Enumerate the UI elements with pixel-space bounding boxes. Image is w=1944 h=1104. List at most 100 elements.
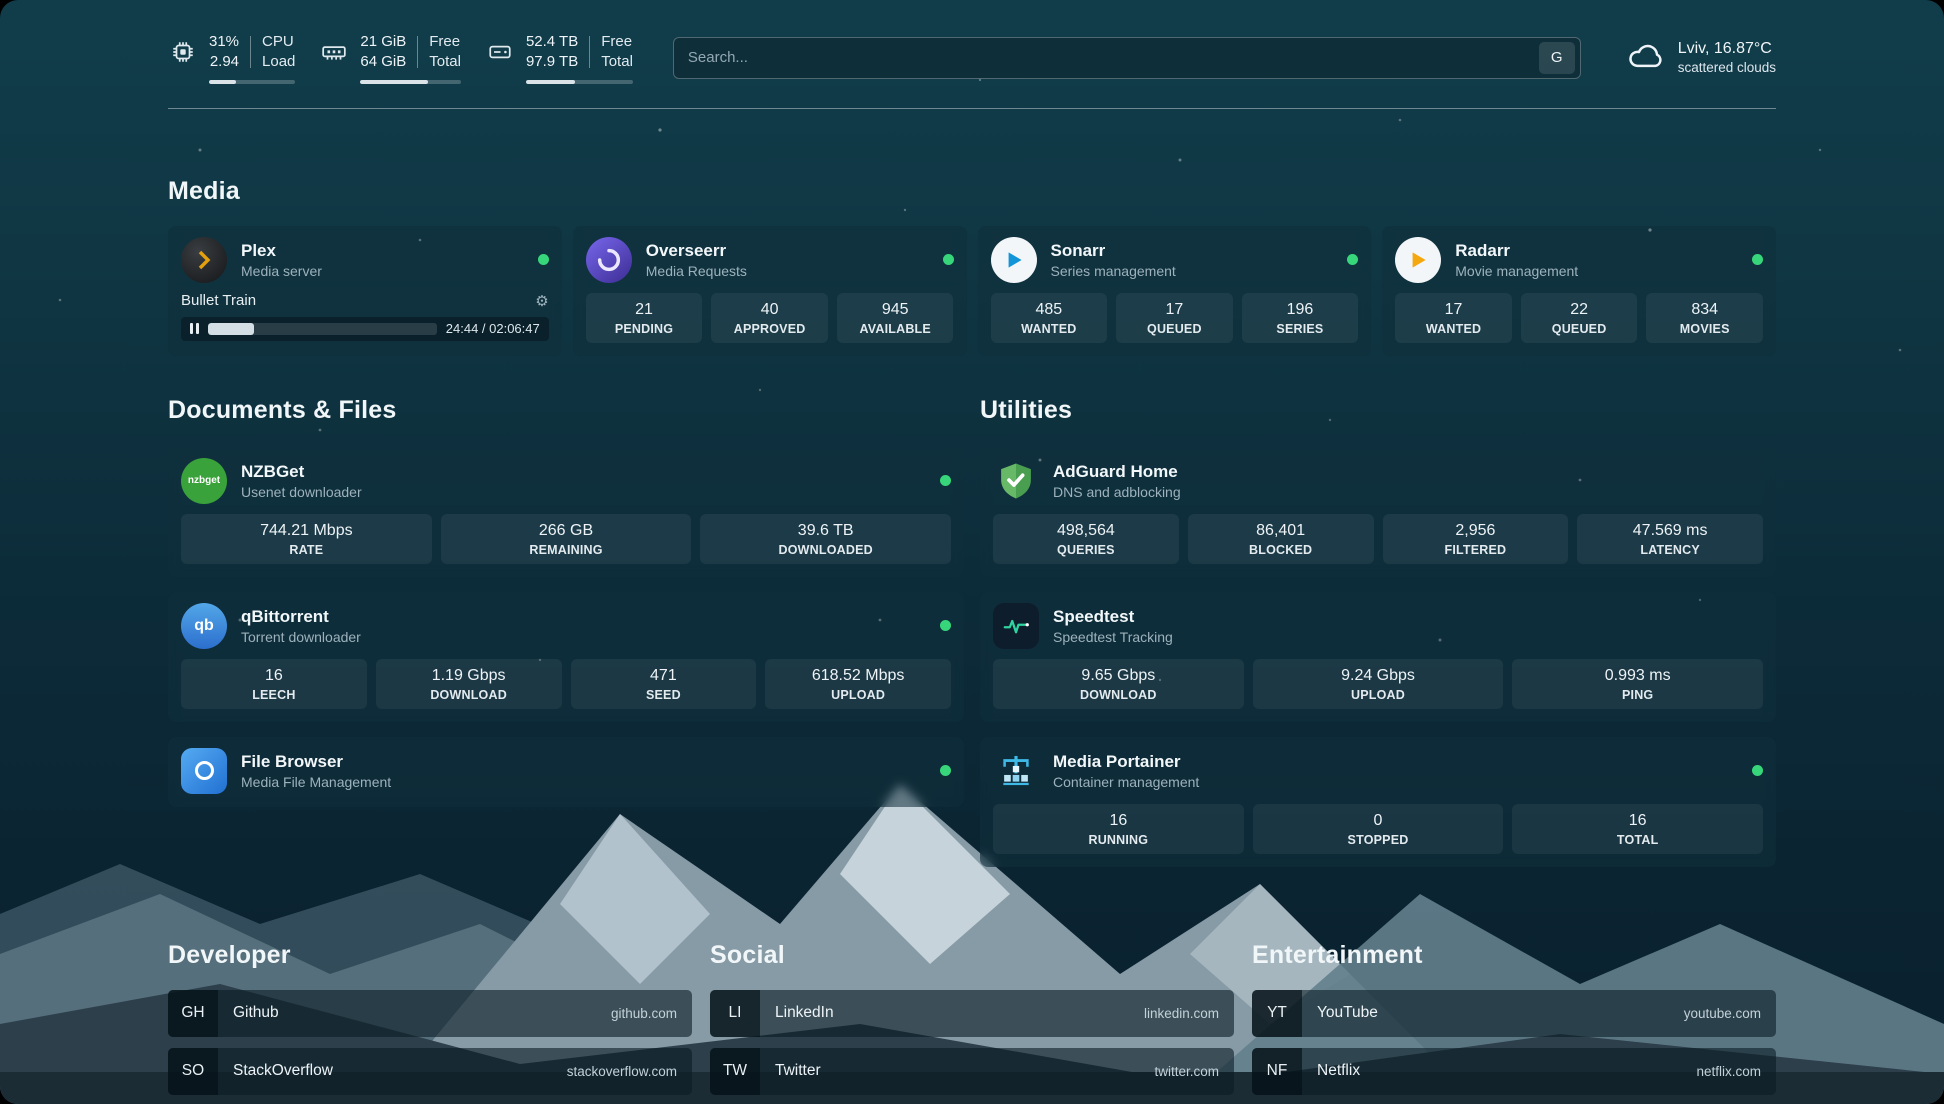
stat-available: 945 AVAILABLE	[837, 293, 954, 343]
sonarr-titles: Sonarr Series management	[1051, 241, 1176, 279]
search-bar[interactable]: G	[673, 37, 1581, 79]
qbittorrent-icon: qb	[181, 603, 227, 649]
speedtest-icon	[993, 603, 1039, 649]
bookmark-github[interactable]: GH Github github.com	[168, 990, 692, 1037]
bookmark-netflix[interactable]: NF Netflix netflix.com	[1252, 1048, 1776, 1095]
weather-condition: scattered clouds	[1678, 60, 1776, 75]
section-title-social: Social	[710, 941, 1234, 970]
stat-value: 21	[590, 301, 699, 319]
portainer-card[interactable]: Media Portainer Container management 16 …	[980, 737, 1776, 867]
bookmark-stackoverflow[interactable]: SO StackOverflow stackoverflow.com	[168, 1048, 692, 1095]
nzbget-card[interactable]: nzbget NZBGet Usenet downloader 744.21 M…	[168, 447, 964, 577]
search-engine-button[interactable]: G	[1539, 42, 1575, 74]
status-dot	[1347, 254, 1358, 265]
stat-label: PING	[1516, 688, 1759, 702]
bookmark-abbr: LI	[710, 990, 760, 1037]
now-playing-row: Bullet Train ⚙	[181, 292, 549, 310]
radarr-stats: 17 WANTED 22 QUEUED 834 MOVIES	[1395, 293, 1763, 343]
speedtest-titles: Speedtest Speedtest Tracking	[1053, 607, 1173, 645]
search-input[interactable]	[688, 49, 1539, 66]
stat-queries: 498,564 QUERIES	[993, 514, 1179, 564]
section-title-media: Media	[168, 177, 1776, 206]
plex-card[interactable]: Plex Media server Bullet Train ⚙ 24:44 /…	[168, 226, 562, 356]
stat-value: 0	[1257, 812, 1500, 830]
qbittorrent-card[interactable]: qb qBittorrent Torrent downloader 16 LEE…	[168, 592, 964, 722]
divider-vertical	[589, 36, 590, 68]
weather-text: Lviv, 16.87°C scattered clouds	[1678, 40, 1776, 75]
adguard-card-header: AdGuard Home DNS and adblocking	[993, 458, 1763, 504]
stat-rate: 744.21 Mbps RATE	[181, 514, 432, 564]
bookmark-youtube[interactable]: YT YouTube youtube.com	[1252, 990, 1776, 1037]
disk-progress-fill	[526, 80, 575, 84]
divider-vertical	[250, 36, 251, 68]
adguard-stats: 498,564 QUERIES 86,401 BLOCKED 2,956 FIL…	[993, 514, 1763, 564]
sonarr-card[interactable]: Sonarr Series management 485 WANTED 17 Q…	[978, 226, 1372, 356]
playback-bar: 24:44 / 02:06:47	[181, 317, 549, 341]
settings-gear-icon[interactable]: ⚙	[535, 292, 548, 310]
radarr-icon	[1395, 237, 1441, 283]
radarr-card[interactable]: Radarr Movie management 17 WANTED 22 QUE…	[1382, 226, 1776, 356]
qbittorrent-titles: qBittorrent Torrent downloader	[241, 607, 361, 645]
stat-label: AVAILABLE	[841, 322, 950, 336]
stat-value: 16	[997, 812, 1240, 830]
weather-widget: Lviv, 16.87°C scattered clouds	[1625, 35, 1776, 80]
bookmark-url: stackoverflow.com	[567, 1064, 677, 1079]
stat-label: QUEUED	[1525, 322, 1634, 336]
bookmarks-developer: Developer GH Github github.com SO StackO…	[168, 941, 692, 1104]
portainer-card-header: Media Portainer Container management	[993, 748, 1763, 794]
ram-row: 21 GiB 64 GiB Free Total	[319, 32, 461, 73]
app-subtitle: Media File Management	[241, 774, 391, 790]
dashboard-screen: 31% 2.94 CPU Load	[0, 0, 1944, 1104]
speedtest-card[interactable]: Speedtest Speedtest Tracking 9.65 Gbps D…	[980, 592, 1776, 722]
section-title-developer: Developer	[168, 941, 692, 970]
overseerr-card[interactable]: Overseerr Media Requests 21 PENDING 40 A…	[573, 226, 967, 356]
stat-pending: 21 PENDING	[586, 293, 703, 343]
stat-queued: 22 QUEUED	[1521, 293, 1638, 343]
stat-label: TOTAL	[1516, 833, 1759, 847]
bookmark-linkedin[interactable]: LI LinkedIn linkedin.com	[710, 990, 1234, 1037]
playback-progress-fill	[208, 323, 254, 335]
nzbget-card-header: nzbget NZBGet Usenet downloader	[181, 458, 951, 504]
app-subtitle: Container management	[1053, 774, 1199, 790]
status-dot	[943, 254, 954, 265]
stat-label: LATENCY	[1581, 543, 1759, 557]
stat-label: SERIES	[1246, 322, 1355, 336]
stat-seed: 471 SEED	[571, 659, 757, 709]
ram-widget: 21 GiB 64 GiB Free Total	[319, 32, 461, 84]
filebrowser-card[interactable]: File Browser Media File Management	[168, 737, 964, 807]
stat-value: 9.24 Gbps	[1257, 667, 1500, 685]
disk-free-value: 52.4 TB	[526, 32, 578, 52]
playback-progress-track[interactable]	[208, 323, 437, 335]
adguard-card[interactable]: AdGuard Home DNS and adblocking 498,564 …	[980, 447, 1776, 577]
stat-download: 1.19 Gbps DOWNLOAD	[376, 659, 562, 709]
cpu-widget: 31% 2.94 CPU Load	[168, 32, 295, 84]
stat-downloaded: 39.6 TB DOWNLOADED	[700, 514, 951, 564]
stat-approved: 40 APPROVED	[711, 293, 828, 343]
main-container: 31% 2.94 CPU Load	[0, 0, 1944, 1104]
nzbget-icon: nzbget	[181, 458, 227, 504]
stat-value: 16	[1516, 812, 1759, 830]
radarr-titles: Radarr Movie management	[1455, 241, 1578, 279]
stat-blocked: 86,401 BLOCKED	[1188, 514, 1374, 564]
portainer-crane-icon	[993, 748, 1039, 794]
pause-icon[interactable]	[190, 323, 199, 334]
stat-value: 22	[1525, 301, 1634, 319]
bookmark-twitter[interactable]: TW Twitter twitter.com	[710, 1048, 1234, 1095]
weather-location-temp: Lviv, 16.87°C	[1678, 40, 1776, 58]
app-name: Plex	[241, 241, 322, 261]
playback-time: 24:44 / 02:06:47	[446, 321, 540, 336]
sonarr-card-header: Sonarr Series management	[991, 237, 1359, 283]
cpu-progress-bar	[209, 80, 295, 84]
stat-stopped: 0 STOPPED	[1253, 804, 1504, 854]
cpu-usage-value: 31%	[209, 32, 239, 52]
total-label: Total	[429, 52, 461, 72]
status-dot	[1752, 254, 1763, 265]
stat-label: LEECH	[185, 688, 363, 702]
bookmark-abbr: NF	[1252, 1048, 1302, 1095]
filebrowser-titles: File Browser Media File Management	[241, 752, 391, 790]
total-label: Total	[601, 52, 633, 72]
bookmark-abbr: SO	[168, 1048, 218, 1095]
app-subtitle: Torrent downloader	[241, 629, 361, 645]
cpu-chip-icon	[168, 39, 198, 65]
stat-label: UPLOAD	[769, 688, 947, 702]
